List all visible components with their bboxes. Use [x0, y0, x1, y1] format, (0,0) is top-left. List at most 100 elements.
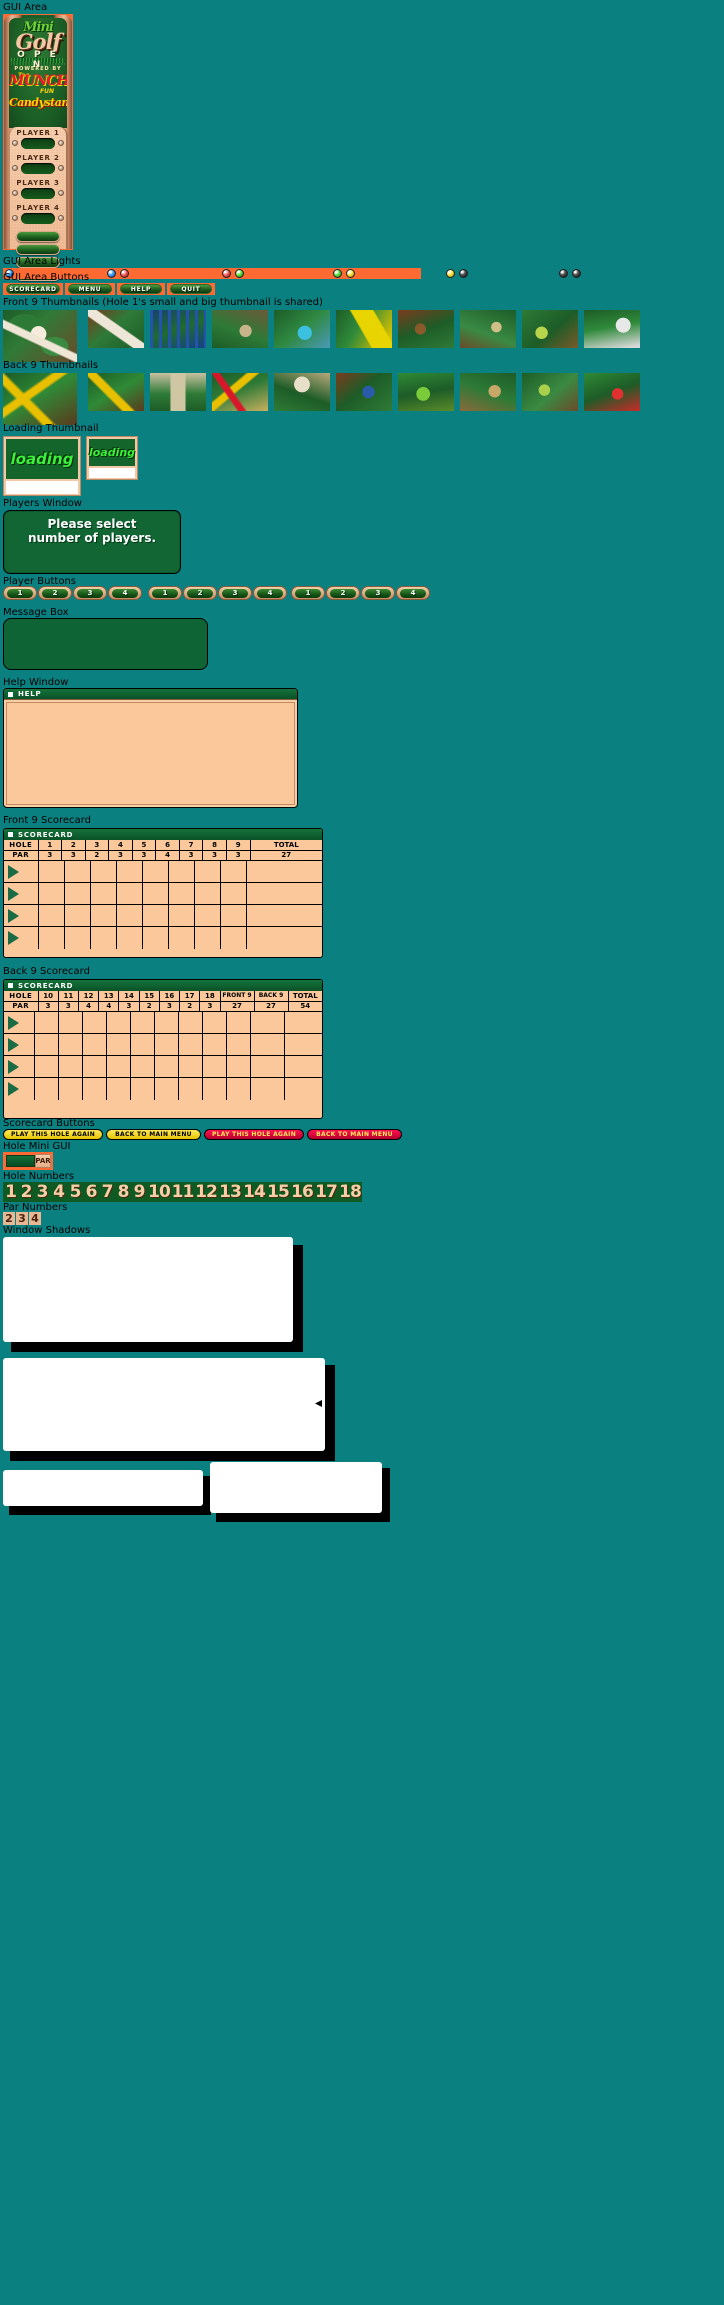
player-count-button-4[interactable]: 4: [108, 586, 142, 600]
hole-number-6: 6: [83, 1182, 99, 1202]
help-button-label: HELP: [120, 284, 162, 294]
golf-ball-black-icon[interactable]: [459, 269, 468, 278]
player-count-button-2-hover[interactable]: 2: [183, 586, 217, 600]
hole-mini-gui: PAR: [3, 1152, 53, 1170]
player-count-button-4-down[interactable]: 4: [396, 586, 430, 600]
thumbnail-hole-16[interactable]: [460, 373, 516, 411]
menu-button[interactable]: MENU: [65, 283, 115, 295]
player-name-panel: PLAYER 1 PLAYER 2 PLAYER 3 PLAYER 4: [8, 127, 68, 281]
table-row[interactable]: [4, 1055, 322, 1078]
player-count-button-3[interactable]: 3: [73, 586, 107, 600]
player-slot-1[interactable]: PLAYER 1: [10, 127, 66, 152]
thumbnail-hole-1[interactable]: [88, 310, 144, 348]
thumbnail-hole-2[interactable]: [150, 310, 206, 348]
player-count-button-1-hover[interactable]: 1: [148, 586, 182, 600]
screw-icon: [12, 190, 18, 196]
player-2-input[interactable]: [21, 163, 55, 174]
front9-player-rows: [4, 860, 322, 949]
row-grid: [4, 926, 322, 949]
quit-button[interactable]: QUIT: [167, 283, 215, 295]
hole-numbers-row: 1 2 3 4 5 6 7 8 9 10 11 12 13 14 15 16 1…: [3, 1182, 362, 1202]
thumbnail-hole-13[interactable]: [274, 373, 330, 411]
back9-hole-cell: 10: [38, 991, 59, 1002]
hole-number-3: 3: [34, 1182, 50, 1202]
front9-total-par: 27: [250, 850, 322, 861]
hole-number-9: 9: [131, 1182, 147, 1202]
thumbnail-hole-6[interactable]: [398, 310, 454, 348]
thumbnail-hole-1-big[interactable]: [3, 310, 77, 362]
player-count-label: 1: [7, 588, 33, 598]
player-count-button-3-down[interactable]: 3: [361, 586, 395, 600]
table-row[interactable]: [4, 926, 322, 949]
thumbnail-hole-9[interactable]: [584, 310, 640, 348]
label-front9-scorecard: Front 9 Scorecard: [3, 815, 91, 826]
window-shadow-2: [3, 1358, 335, 1461]
golf-ball-black-icon[interactable]: [559, 269, 568, 278]
player-count-button-2[interactable]: 2: [38, 586, 72, 600]
thumbnail-hole-14[interactable]: [336, 373, 392, 411]
thumbnail-hole-7[interactable]: [460, 310, 516, 348]
table-row[interactable]: [4, 904, 322, 927]
thumbnail-hole-5[interactable]: [336, 310, 392, 348]
label-window-shadows: Window Shadows: [3, 1225, 91, 1236]
thumbnail-hole-12[interactable]: [212, 373, 268, 411]
table-row[interactable]: [4, 1033, 322, 1056]
back-to-main-menu-button[interactable]: BACK TO MAIN MENU: [106, 1129, 201, 1140]
player-3-input[interactable]: [21, 188, 55, 199]
thumbnail-hole-10[interactable]: [88, 373, 144, 411]
front9-hole-cell: 3: [85, 840, 110, 851]
front9-header-table: HOLE 1 2 3 4 5 6 7 8 9 TOTAL PAR 3 3 2 3…: [4, 840, 322, 861]
window-shadow-4: [210, 1462, 390, 1522]
player-count-label: 3: [365, 588, 391, 598]
thumbnail-hole-18[interactable]: [584, 373, 640, 411]
golf-ball-red-icon[interactable]: [120, 269, 129, 278]
back-to-main-menu-button-hover[interactable]: BACK TO MAIN MENU: [307, 1129, 402, 1140]
player-3-label: PLAYER 3: [16, 179, 60, 187]
back9-par-label: PAR: [4, 1001, 39, 1012]
table-row[interactable]: [4, 882, 322, 905]
scorecard-button[interactable]: SCORECARD: [3, 283, 63, 295]
table-row[interactable]: [4, 860, 322, 883]
window-box-icon: [7, 982, 14, 989]
player-count-button-4-hover[interactable]: 4: [253, 586, 287, 600]
front9-par-cell: 3: [61, 850, 86, 861]
player-count-button-1[interactable]: 1: [3, 586, 37, 600]
back9-back9-par: 27: [254, 1001, 289, 1012]
player-slot-4[interactable]: PLAYER 4: [10, 202, 66, 227]
golf-ball-red-icon[interactable]: [222, 269, 231, 278]
table-row[interactable]: [4, 1011, 322, 1034]
golf-ball-yellow-icon[interactable]: [346, 269, 355, 278]
front9-hole-cell: 6: [155, 840, 180, 851]
golf-ball-black-icon[interactable]: [572, 269, 581, 278]
player-1-input[interactable]: [21, 138, 55, 149]
front9-hole-label: HOLE: [4, 840, 39, 851]
thumbnail-hole-11[interactable]: [150, 373, 206, 411]
thumbnail-hole-8[interactable]: [522, 310, 578, 348]
loading-progress-strip-small: [89, 468, 135, 478]
golf-ball-green-icon[interactable]: [333, 269, 342, 278]
thumbnail-hole-10-big[interactable]: [3, 373, 77, 425]
front9-par-cell: 3: [202, 850, 227, 861]
player-count-button-2-down[interactable]: 2: [326, 586, 360, 600]
window-shadow-3: [3, 1470, 211, 1515]
golf-ball-green-icon[interactable]: [235, 269, 244, 278]
logo-fun-text: FUN: [40, 88, 54, 95]
players-window-message: Please select number of players.: [27, 517, 157, 545]
hole-number-10: 10: [147, 1182, 171, 1202]
player-slot-2[interactable]: PLAYER 2: [10, 152, 66, 177]
table-row[interactable]: [4, 1077, 322, 1100]
thumbnail-hole-3[interactable]: [212, 310, 268, 348]
player-count-button-1-down[interactable]: 1: [291, 586, 325, 600]
thumbnail-hole-15[interactable]: [398, 373, 454, 411]
player-count-button-3-hover[interactable]: 3: [218, 586, 252, 600]
thumbnail-hole-17[interactable]: [522, 373, 578, 411]
play-this-hole-again-button-hover[interactable]: PLAY THIS HOLE AGAIN: [204, 1129, 304, 1140]
play-this-hole-again-button[interactable]: PLAY THIS HOLE AGAIN: [3, 1129, 103, 1140]
golf-ball-yellow-icon[interactable]: [446, 269, 455, 278]
thumbnail-hole-4[interactable]: [274, 310, 330, 348]
player-4-input[interactable]: [21, 213, 55, 224]
help-button[interactable]: HELP: [117, 283, 165, 295]
back9-par-cell: 3: [199, 1001, 221, 1012]
player-slot-3[interactable]: PLAYER 3: [10, 177, 66, 202]
golf-ball-blue-icon[interactable]: [107, 269, 116, 278]
